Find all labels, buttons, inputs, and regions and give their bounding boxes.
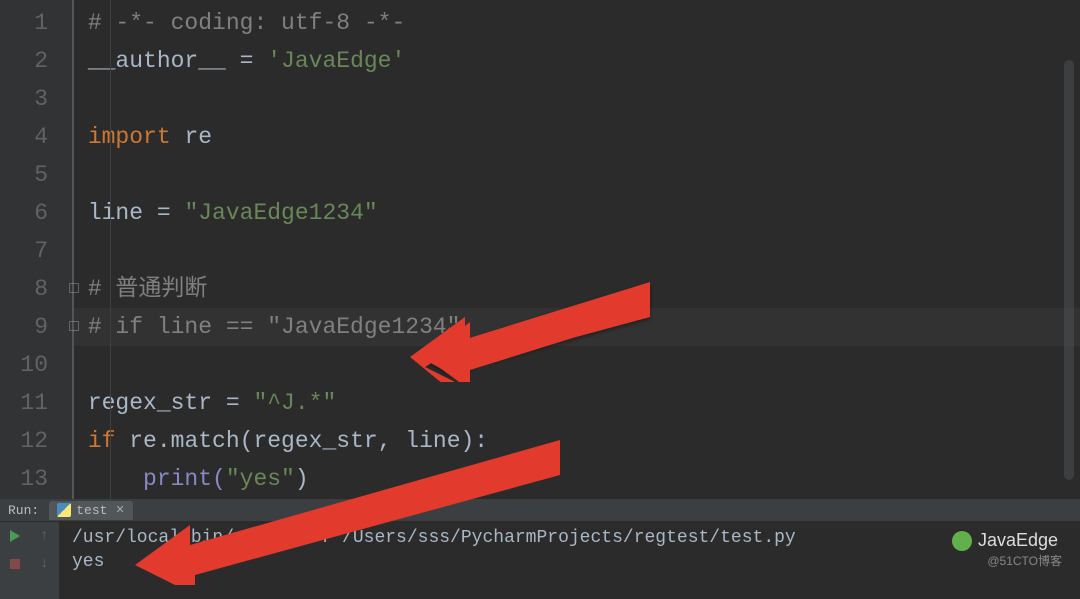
- line-number: 2: [0, 42, 72, 80]
- close-icon[interactable]: ✕: [115, 503, 124, 517]
- code-line: [74, 80, 1080, 118]
- watermark-source: @51CTO博客: [987, 552, 1062, 569]
- line-number: 11: [0, 384, 72, 422]
- run-tab-label: test: [76, 503, 107, 518]
- run-header: Run: test ✕: [0, 499, 1080, 522]
- code-line: line = "JavaEdge1234": [74, 194, 1080, 232]
- play-icon: [10, 530, 20, 542]
- console-line: yes: [72, 552, 104, 572]
- scrollbar-vertical[interactable]: [1064, 60, 1074, 480]
- indent-guide: [110, 0, 111, 499]
- line-number: 13: [0, 460, 72, 498]
- fold-icon[interactable]: [59, 321, 69, 331]
- line-number: 4: [0, 118, 72, 156]
- line-number: 7: [0, 232, 72, 270]
- editor-pane: 1 2 3 4 5 6 7 8 9 10 11 12 13 # -*- codi…: [0, 0, 1080, 499]
- line-number: 5: [0, 156, 72, 194]
- code-line: # if line == "JavaEdge1234": [74, 308, 1080, 346]
- down-button[interactable]: ↓: [30, 550, 60, 578]
- code-line: print("yes"): [74, 460, 1080, 498]
- code-line: __author__ = 'JavaEdge': [74, 42, 1080, 80]
- code-line: # 普通判断: [74, 270, 1080, 308]
- code-line: [74, 156, 1080, 194]
- run-tool-window: Run: test ✕ ↑ ↓ /usr/local/bin/python3.7…: [0, 499, 1080, 599]
- python-icon: [57, 503, 71, 517]
- arrow-up-icon: ↑: [40, 528, 48, 544]
- code-line: if re.match(regex_str, line):: [74, 422, 1080, 460]
- stop-button[interactable]: [0, 550, 30, 578]
- line-number: 1: [0, 4, 72, 42]
- code-line: # -*- coding: utf-8 -*-: [74, 4, 1080, 42]
- line-number-gutter: 1 2 3 4 5 6 7 8 9 10 11 12 13: [0, 0, 74, 499]
- fold-icon[interactable]: [59, 283, 69, 293]
- code-line: import re: [74, 118, 1080, 156]
- run-sidebar: ↑ ↓: [0, 522, 60, 599]
- arrow-down-icon: ↓: [40, 556, 48, 572]
- run-button[interactable]: [0, 522, 30, 550]
- line-number: 6: [0, 194, 72, 232]
- console-line: /usr/local/bin/python3.7 /Users/sss/Pych…: [72, 528, 796, 548]
- line-number: 12: [0, 422, 72, 460]
- code-line: [74, 346, 1080, 384]
- code-line: regex_str = "^J.*": [74, 384, 1080, 422]
- line-number: 9: [0, 308, 72, 346]
- stop-icon: [10, 559, 20, 569]
- code-line: [74, 232, 1080, 270]
- run-panel-label: Run:: [8, 503, 49, 518]
- line-number: 10: [0, 346, 72, 384]
- line-number: 8: [0, 270, 72, 308]
- console-output[interactable]: /usr/local/bin/python3.7 /Users/sss/Pych…: [60, 522, 1080, 599]
- code-editor[interactable]: # -*- coding: utf-8 -*- __author__ = 'Ja…: [74, 0, 1080, 499]
- watermark-brand: JavaEdge: [952, 530, 1058, 551]
- up-button[interactable]: ↑: [30, 522, 60, 550]
- run-config-tab[interactable]: test ✕: [49, 501, 132, 520]
- wechat-icon: [952, 531, 972, 551]
- line-number: 3: [0, 80, 72, 118]
